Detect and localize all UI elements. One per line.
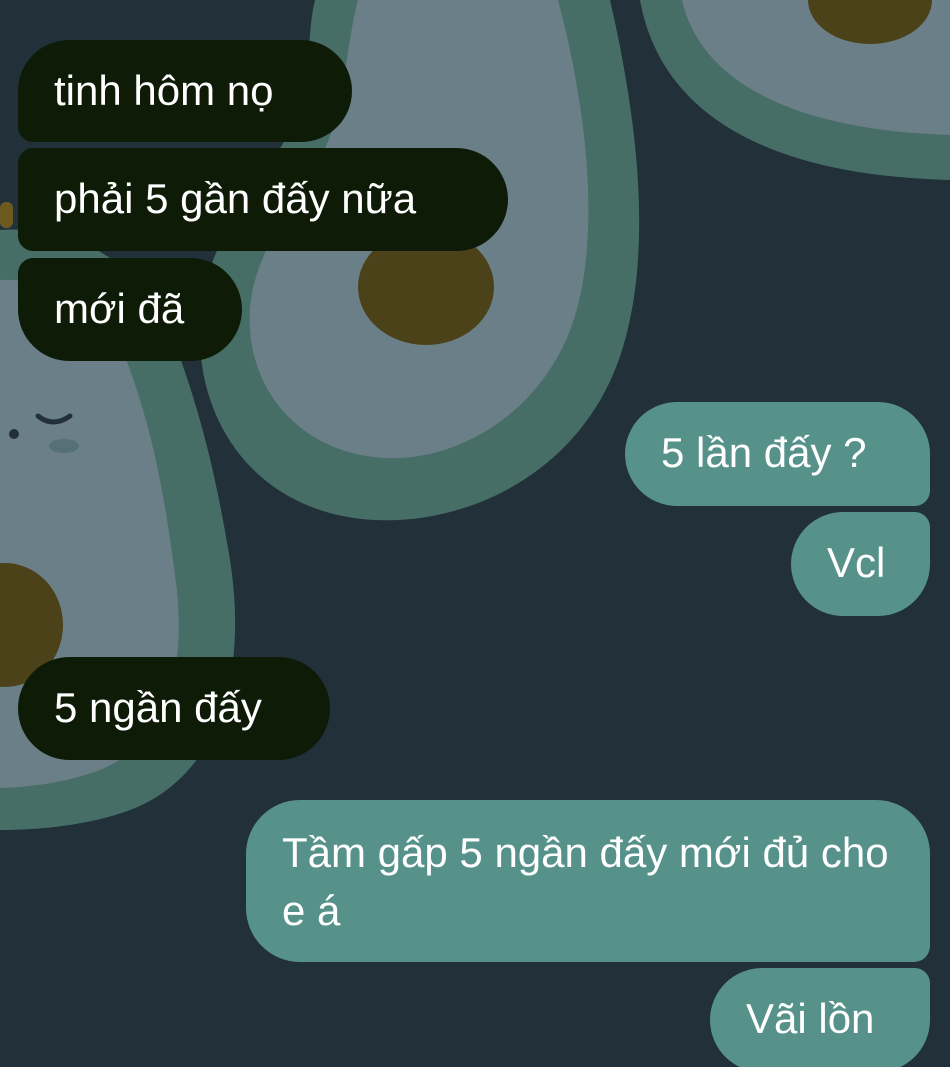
message-text: Vcl xyxy=(827,539,886,586)
message-text: Vãi lồn xyxy=(746,995,875,1042)
message-bubble-incoming[interactable]: phải 5 gần đấy nữa xyxy=(18,148,508,251)
message-text: tinh hôm nọ xyxy=(54,67,274,114)
message-text: phải 5 gần đấy nữa xyxy=(54,175,417,222)
message-bubble-outgoing[interactable]: 5 lần đấy ? xyxy=(625,402,930,506)
message-bubble-outgoing[interactable]: Vcl xyxy=(791,512,930,616)
message-bubble-incoming[interactable]: 5 ngần đấy xyxy=(18,657,330,760)
message-bubble-incoming[interactable]: mới đã xyxy=(18,258,242,361)
message-text: mới đã xyxy=(54,285,185,332)
message-text: 5 lần đấy ? xyxy=(661,429,867,476)
message-bubble-outgoing[interactable]: Vãi lồn xyxy=(710,968,930,1067)
message-text: 5 ngần đấy xyxy=(54,684,262,731)
avocado-icon xyxy=(640,0,950,180)
chat-screen: tinh hôm nọ phải 5 gần đấy nữa mới đã 5 … xyxy=(0,0,950,1067)
message-bubble-outgoing[interactable]: Tầm gấp 5 ngần đấy mới đủ cho e á xyxy=(246,800,930,962)
message-bubble-incoming[interactable]: tinh hôm nọ xyxy=(18,40,352,142)
message-text: Tầm gấp 5 ngần đấy mới đủ cho e á xyxy=(282,829,889,934)
